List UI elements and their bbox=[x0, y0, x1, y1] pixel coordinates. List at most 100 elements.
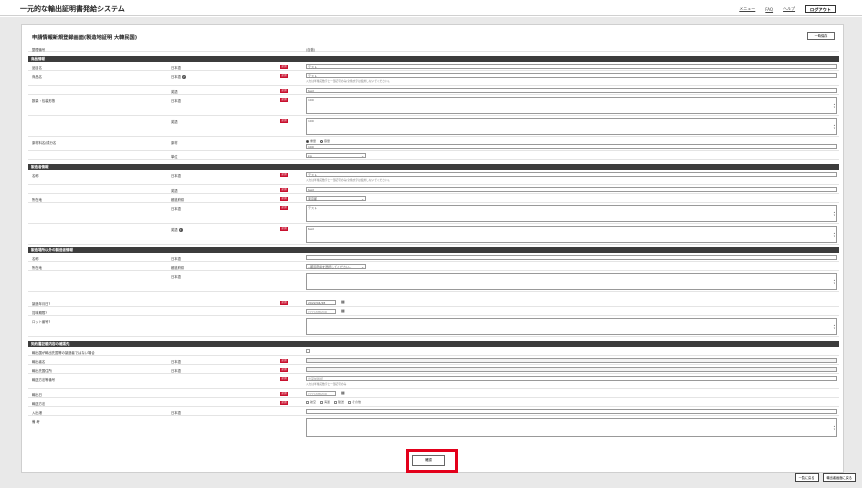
remarks-textarea[interactable] bbox=[306, 418, 837, 437]
required-badge: 必須 bbox=[280, 188, 288, 192]
other-checkbox[interactable] bbox=[306, 349, 310, 353]
other-maker-pref-label: 都道府県 bbox=[171, 266, 185, 270]
maker-name-lang-ja: 日本語 bbox=[171, 174, 181, 178]
radio-volume[interactable] bbox=[319, 139, 323, 143]
weight-input[interactable]: 100 bbox=[306, 144, 837, 149]
product-en-input[interactable]: test bbox=[306, 88, 837, 93]
calendar-icon[interactable]: ▦ bbox=[341, 309, 345, 313]
form-panel: 申請情報新規登録画面(製造地証明 大韓民国) 一時保存 整理番号 (自動) 商品… bbox=[21, 24, 844, 473]
remarks-row: 備 考 bbox=[28, 417, 839, 439]
ship-method-group: 航空 海運 陸送 その他 bbox=[306, 400, 361, 404]
maker-name-lang-en: 英語 bbox=[171, 189, 178, 193]
top-links: メニュー FAQ ヘルプ ログアウト bbox=[739, 5, 836, 13]
radio-weight[interactable] bbox=[306, 139, 309, 143]
product-ja-input[interactable]: テスト bbox=[306, 73, 837, 78]
confirm-button[interactable]: 確認 bbox=[412, 455, 445, 466]
unit-select[interactable]: kg ⌄ bbox=[306, 153, 366, 158]
contract-input[interactable]: 出荷前確認 bbox=[306, 376, 837, 381]
logout-button[interactable]: ログアウト bbox=[805, 5, 836, 13]
desc-ja-row: 数量・包装形態 日本語 必須 100 bbox=[28, 96, 839, 116]
help-icon[interactable]: ? bbox=[48, 320, 50, 324]
maker-pref-label: 都道府県 bbox=[171, 198, 185, 202]
help-icon[interactable]: ? bbox=[45, 311, 47, 315]
required-badge: 必須 bbox=[280, 173, 288, 177]
other-maker-pref-select[interactable]: --都道府県を選択してください-- ⌄ bbox=[306, 264, 366, 269]
company-input[interactable] bbox=[306, 358, 837, 363]
calendar-icon[interactable]: ▦ bbox=[341, 391, 345, 395]
help-link[interactable]: ヘルプ bbox=[783, 6, 795, 12]
lot-textarea[interactable] bbox=[306, 318, 837, 335]
unit-select-value: kg bbox=[308, 154, 312, 158]
desc-label: 数量・包装形態 bbox=[32, 99, 56, 103]
help-icon[interactable]: ? bbox=[178, 228, 183, 232]
maker-name-label: 名称 bbox=[32, 174, 39, 178]
required-badge: 必須 bbox=[280, 227, 288, 231]
back-to-list-button[interactable]: 一覧に戻る bbox=[794, 473, 819, 482]
other-maker-name-lang: 日本語 bbox=[171, 257, 181, 261]
required-badge: 必須 bbox=[280, 359, 288, 363]
chevron-down-icon: ⌄ bbox=[361, 265, 364, 269]
lot-row: ロット番号? bbox=[28, 317, 839, 337]
request-no-value: (自動) bbox=[306, 48, 316, 52]
maker-addr-ja-row: 日本語 必須 テスト bbox=[28, 204, 839, 224]
bottom-buttons: 一覧に戻る 輸出者画面に戻る bbox=[794, 473, 856, 482]
dest-addr-input[interactable] bbox=[306, 367, 837, 372]
other-maker-addr-textarea[interactable] bbox=[306, 273, 837, 290]
maker-addr-lang-en: 英語? bbox=[171, 227, 183, 232]
ship-date-row: 輸出日 必須 YYYY/MM/DD ▦ bbox=[28, 390, 839, 398]
request-no-row: 整理番号 (自動) bbox=[28, 45, 839, 52]
help-icon[interactable]: ? bbox=[181, 75, 186, 79]
maker-addr-lang-en-text: 英語 bbox=[171, 228, 178, 232]
mfg-date-row: 製造年月日? 必須 2022/04/28 ▦ bbox=[28, 299, 839, 307]
ship-method-checkbox-sea[interactable] bbox=[319, 400, 323, 404]
desc-en-textarea[interactable]: 100 bbox=[306, 118, 837, 135]
required-badge: 必須 bbox=[280, 98, 288, 102]
goods-name-row: 品目名 日本語 必須 テスト bbox=[28, 63, 839, 71]
contract-row: 輸送方法等番号 必須 出荷前確認 入力は半角英数字と一部記号のみ bbox=[28, 375, 839, 389]
other-maker-name-input[interactable] bbox=[306, 255, 837, 260]
dest-addr-label: 輸出先国住所 bbox=[32, 369, 52, 373]
chevron-down-icon: ⌄ bbox=[361, 154, 364, 158]
company-lang: 日本語 bbox=[171, 360, 181, 364]
maker-pref-select[interactable]: 東京都 ⌄ bbox=[306, 196, 366, 201]
product-en-row: 英語 必須 test bbox=[28, 87, 839, 95]
temp-save-button[interactable]: 一時保存 bbox=[807, 32, 835, 40]
other-check-label: 輸出国が輸出先国等の製造者ではない場合 bbox=[32, 351, 95, 355]
mfg-date-input[interactable]: 2022/04/28 bbox=[306, 300, 336, 305]
ship-method-checkbox-air[interactable] bbox=[306, 400, 309, 404]
back-to-exporter-button[interactable]: 輸出者画面に戻る bbox=[822, 473, 856, 482]
other-maker-name-label: 名称 bbox=[32, 257, 39, 261]
exp-date-label-text: 賞味期限 bbox=[32, 311, 46, 315]
port-input[interactable] bbox=[306, 409, 837, 414]
goods-name-input[interactable]: テスト bbox=[306, 64, 837, 69]
ship-method-checkbox-other[interactable] bbox=[347, 400, 351, 404]
desc-ja-textarea[interactable]: 100 bbox=[306, 97, 837, 114]
desc-lang-ja: 日本語 bbox=[171, 99, 181, 103]
maker-name-note: 入力は半角英数字と一部記号のみ(全角文字は使用しないでください)。 bbox=[306, 178, 392, 182]
goods-name-lang: 日本語 bbox=[171, 66, 181, 70]
contract-note: 入力は半角英数字と一部記号のみ bbox=[306, 382, 347, 386]
product-lang-en: 英語 bbox=[171, 90, 178, 94]
other-check-row: 輸出国が輸出先国等の製造者ではない場合 bbox=[28, 348, 839, 356]
product-lang-ja-text: 日本語 bbox=[171, 75, 181, 79]
section-maker-other: 製造場所以外の製造者情報 bbox=[28, 247, 839, 253]
section-goods: 商品情報 bbox=[28, 56, 839, 62]
maker-addr-en-textarea[interactable]: test bbox=[306, 226, 837, 243]
maker-addr-lang-ja: 日本語 bbox=[171, 207, 181, 211]
ship-date-input[interactable]: YYYY/MM/DD bbox=[306, 391, 336, 396]
ship-method-row: 輸送方法 必須 航空 海運 陸送 その他 bbox=[28, 399, 839, 407]
maker-name-en-input[interactable]: test bbox=[306, 187, 837, 192]
menu-link[interactable]: メニュー bbox=[739, 6, 755, 12]
exp-date-input[interactable]: YYYY/MM/DD bbox=[306, 309, 336, 314]
exp-date-row: 賞味期限? YYYY/MM/DD ▦ bbox=[28, 308, 839, 316]
ship-method-other: その他 bbox=[351, 400, 361, 404]
ship-method-checkbox-land[interactable] bbox=[333, 400, 337, 404]
maker-name-ja-input[interactable]: テスト bbox=[306, 172, 837, 177]
maker-addr-label: 所在地 bbox=[32, 198, 42, 202]
dest-addr-row: 輸出先国住所 日本語 必須 bbox=[28, 366, 839, 374]
desc-en-row: 英語 必須 100 bbox=[28, 117, 839, 137]
calendar-icon[interactable]: ▦ bbox=[341, 300, 345, 304]
maker-addr-ja-textarea[interactable]: テスト bbox=[306, 205, 837, 222]
faq-link[interactable]: FAQ bbox=[765, 7, 773, 12]
help-icon[interactable]: ? bbox=[48, 302, 50, 306]
